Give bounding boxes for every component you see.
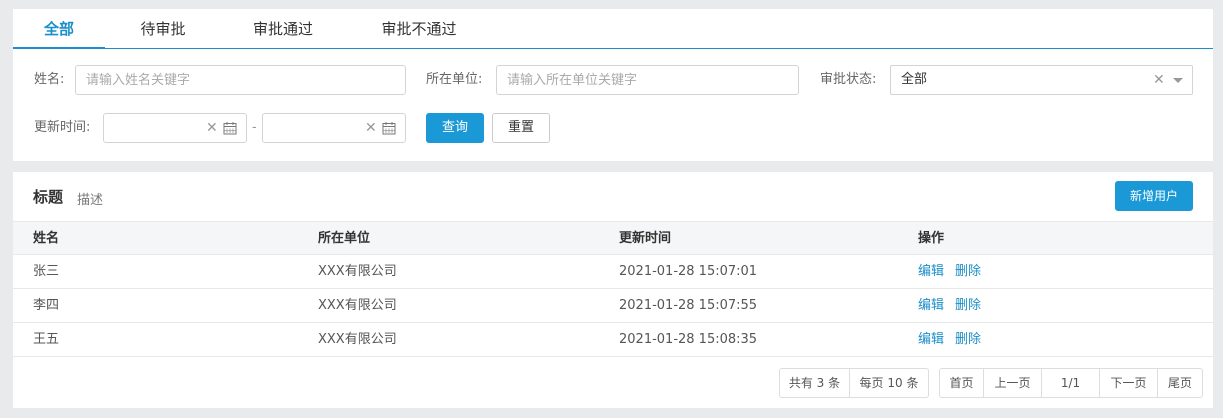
tab-pending[interactable]: 待审批	[123, 9, 203, 48]
clear-icon[interactable]: ✕	[206, 114, 218, 142]
cell-name: 王五	[33, 332, 60, 347]
pager-last-button[interactable]: 尾页	[1158, 369, 1202, 397]
pagination: 首页 上一页 1/1 下一页 尾页	[939, 368, 1203, 398]
pager-total: 共有 3 条	[780, 369, 850, 397]
edit-link[interactable]: 编辑	[918, 298, 944, 313]
pager-per-page: 每页 10 条	[859, 376, 919, 390]
status-select-value: 全部	[901, 72, 928, 87]
pager-first-button[interactable]: 首页	[940, 369, 984, 397]
list-panel: 标题 描述 新增用户 姓名 所在单位 更新时间 操作 张三 XXX有限公司 20…	[13, 172, 1213, 408]
tab-rejected[interactable]: 审批不通过	[367, 9, 471, 48]
pager-summary: 共有 3 条 每页 10 条	[779, 368, 929, 398]
cell-org: XXX有限公司	[318, 298, 397, 313]
cell-actions: 编辑 删除	[918, 255, 992, 288]
cell-org: XXX有限公司	[318, 264, 397, 279]
table-row: 张三 XXX有限公司 2021-01-28 15:07:01 编辑 删除	[13, 255, 1213, 289]
cell-actions: 编辑 删除	[918, 323, 992, 356]
status-tabs: 全部 待审批 审批通过 审批不通过	[13, 9, 1213, 49]
cell-updated: 2021-01-28 15:08:35	[619, 332, 758, 347]
tab-all[interactable]: 全部	[13, 9, 105, 49]
tab-approved[interactable]: 审批通过	[239, 9, 327, 48]
delete-link[interactable]: 删除	[955, 264, 981, 279]
status-select[interactable]: 全部 ✕	[890, 65, 1193, 95]
table-row: 李四 XXX有限公司 2021-01-28 15:07:55 编辑 删除	[13, 289, 1213, 323]
end-date-input[interactable]: ✕	[262, 113, 406, 143]
table-row: 王五 XXX有限公司 2021-01-28 15:08:35 编辑 删除	[13, 323, 1213, 357]
dropdown-caret-icon[interactable]	[1173, 78, 1183, 83]
edit-link[interactable]: 编辑	[918, 264, 944, 279]
column-header-org: 所在单位	[318, 231, 371, 246]
column-header-name: 姓名	[33, 231, 60, 246]
calendar-icon[interactable]	[382, 121, 396, 135]
cell-updated: 2021-01-28 15:07:01	[619, 264, 758, 279]
pager-current-page: 1/1	[1042, 369, 1100, 397]
delete-link[interactable]: 删除	[955, 298, 981, 313]
column-header-updated: 更新时间	[619, 231, 672, 246]
status-label: 审批状态:	[820, 72, 877, 87]
cell-name: 李四	[33, 298, 60, 313]
cell-name: 张三	[33, 264, 60, 279]
table-header: 姓名 所在单位 更新时间 操作	[13, 221, 1213, 255]
calendar-icon[interactable]	[223, 121, 237, 135]
name-label: 姓名:	[34, 72, 65, 87]
query-button[interactable]: 查询	[426, 113, 484, 143]
updated-time-label: 更新时间:	[34, 120, 91, 135]
cell-updated: 2021-01-28 15:07:55	[619, 298, 758, 313]
date-separator: -	[252, 120, 257, 135]
user-table: 姓名 所在单位 更新时间 操作 张三 XXX有限公司 2021-01-28 15…	[13, 221, 1213, 357]
start-date-input[interactable]: ✕	[103, 113, 247, 143]
clear-icon[interactable]: ✕	[1153, 66, 1165, 94]
delete-link[interactable]: 删除	[955, 332, 981, 347]
pager-prev-button[interactable]: 上一页	[984, 369, 1042, 397]
cell-org: XXX有限公司	[318, 332, 397, 347]
column-header-actions: 操作	[918, 231, 945, 246]
name-search-input[interactable]	[75, 65, 406, 95]
pager-next-button[interactable]: 下一页	[1100, 369, 1158, 397]
list-description: 描述	[77, 193, 104, 208]
add-user-button[interactable]: 新增用户	[1115, 181, 1193, 211]
org-label: 所在单位:	[426, 72, 483, 87]
org-search-input[interactable]	[496, 65, 799, 95]
list-title: 标题	[33, 188, 64, 206]
edit-link[interactable]: 编辑	[918, 332, 944, 347]
filter-panel: 全部 待审批 审批通过 审批不通过 姓名: 所在单位: 审批状态: 全部 ✕ 更…	[13, 9, 1213, 161]
reset-button[interactable]: 重置	[492, 113, 550, 143]
cell-actions: 编辑 删除	[918, 289, 992, 322]
clear-icon[interactable]: ✕	[365, 114, 377, 142]
